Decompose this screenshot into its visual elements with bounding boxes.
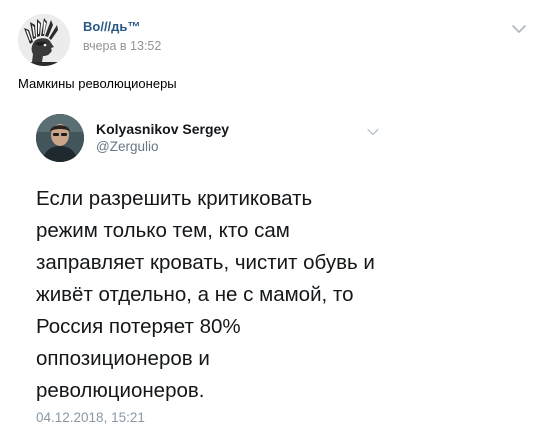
tweet-author-name: Kolyasnikov Sergey	[96, 121, 230, 137]
tweet-author-avatar	[36, 114, 84, 162]
tweet-date: 04.12.2018, 15:21	[36, 410, 145, 425]
user-photo-icon	[36, 114, 84, 162]
tweet-text: Если разрешить критиковать режим только …	[36, 187, 375, 402]
chevron-down-icon	[367, 128, 379, 136]
author-avatar[interactable]	[18, 14, 70, 66]
post-author-name[interactable]: Во///дь™	[83, 19, 140, 34]
chief-headdress-logo-icon	[18, 14, 70, 66]
wall-post: Во///дь™ вчера в 13:52 Мамкины революцио…	[0, 0, 548, 442]
tweet-author-handle: @Zergulio	[96, 139, 159, 154]
tweet-menu	[366, 124, 380, 136]
post-timestamp[interactable]: вчера в 13:52	[83, 39, 161, 53]
chevron-down-icon	[512, 25, 526, 33]
post-menu-button[interactable]	[510, 22, 528, 36]
embedded-tweet-image[interactable]: Kolyasnikov Sergey @Zergulio Если разреш…	[18, 102, 390, 440]
post-text: Мамкины революционеры	[18, 76, 177, 91]
